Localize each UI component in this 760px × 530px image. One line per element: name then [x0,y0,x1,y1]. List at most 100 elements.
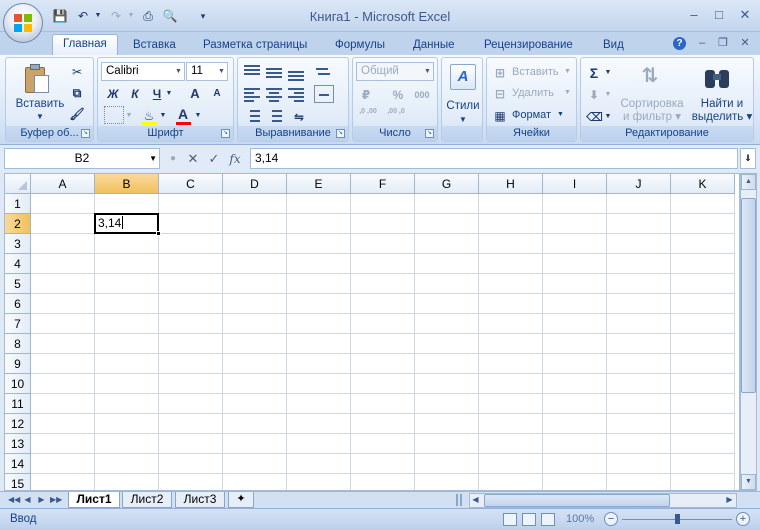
row-header[interactable]: 5 [5,274,31,294]
scroll-down-icon[interactable]: ▼ [741,474,756,490]
sheet-tab-2[interactable]: Лист2 [122,492,172,508]
font-launcher-icon[interactable]: ↘ [221,129,230,138]
merge-center-icon[interactable] [314,85,334,103]
row-header[interactable]: 4 [5,254,31,274]
text-direction-icon[interactable]: ⇋ [290,107,308,125]
font-color-dropdown-icon[interactable]: ▼ [193,106,203,124]
row-header[interactable]: 10 [5,374,31,394]
fill-handle[interactable] [156,231,161,236]
sort-filter-button[interactable]: Сортировка и фильтр ▾ [614,98,690,124]
clear-icon[interactable]: ⌫ [585,107,603,125]
font-name-select[interactable]: Calibri ▼ [101,62,185,81]
row-header[interactable]: 9 [5,354,31,374]
page-break-view-icon[interactable] [541,513,555,526]
close-button[interactable]: ✕ [736,8,754,22]
next-sheet-icon[interactable]: ▶ [36,494,47,506]
row-header[interactable]: 2 [5,214,31,234]
align-middle-icon[interactable] [264,63,284,81]
row-header[interactable]: 13 [5,434,31,454]
format-dropdown-icon[interactable]: ▼ [557,106,564,124]
orientation-icon[interactable] [314,63,334,81]
expand-formula-icon[interactable]: ⇓ [740,148,756,169]
shrink-font-button[interactable]: A [208,84,226,102]
number-format-select[interactable]: Общий ▼ [356,62,434,81]
format-painter-icon[interactable]: 🖌 [68,104,86,122]
styles-button[interactable]: Стили [442,100,484,113]
delete-dropdown-icon[interactable]: ▼ [564,84,571,102]
doc-close-button[interactable]: ✕ [738,36,752,50]
column-header[interactable]: B [95,174,159,194]
column-header[interactable]: A [31,174,95,194]
tab-home[interactable]: Главная [52,34,118,55]
autosum-icon[interactable]: Σ [585,63,603,81]
align-left-icon[interactable] [242,85,262,103]
alignment-launcher-icon[interactable]: ↘ [336,129,345,138]
insert-function-button[interactable]: fx [228,151,242,167]
scroll-left-icon[interactable]: ◀ [470,494,481,506]
resize-handle-icon[interactable]: ● [166,151,180,167]
italic-button[interactable]: К [126,84,144,102]
tab-review[interactable]: Рецензирование [484,36,573,55]
zoom-out-icon[interactable]: − [604,512,618,526]
last-sheet-icon[interactable]: ▶▶ [50,494,62,506]
column-header[interactable]: C [159,174,223,194]
vertical-scroll-thumb[interactable] [741,198,756,393]
thousands-button[interactable]: 000 [411,85,433,103]
row-header[interactable]: 3 [5,234,31,254]
grow-font-button[interactable]: A [186,84,204,102]
column-header[interactable]: K [671,174,735,194]
cut-icon[interactable]: ✂ [68,62,86,80]
office-button[interactable] [3,3,43,43]
column-header[interactable]: D [223,174,287,194]
scroll-right-icon[interactable]: ▶ [724,494,735,506]
minimize-button[interactable]: – [685,8,703,22]
styles-dropdown-icon[interactable]: ▼ [442,113,484,126]
tab-insert[interactable]: Вставка [133,36,176,55]
insert-sheet-icon[interactable]: ✦ [228,492,254,508]
row-header[interactable]: 6 [5,294,31,314]
decrease-decimal-button[interactable]: ,00 ,0 [383,106,409,124]
page-layout-view-icon[interactable] [522,513,536,526]
confirm-entry-icon[interactable]: ✓ [207,151,221,167]
increase-decimal-button[interactable]: ,0 ,00 [355,106,381,124]
tab-formulas[interactable]: Формулы [335,36,385,55]
cancel-entry-icon[interactable]: ✕ [186,151,200,167]
worksheet-grid[interactable]: ABCDEFGHIJK 1 2 3 4 5 6 7 8 9 10 11 12 13 14 15 3,14 [4,173,740,491]
zoom-in-icon[interactable]: + [736,512,750,526]
column-header[interactable]: J [607,174,671,194]
tab-page-layout[interactable]: Разметка страницы [203,36,307,55]
delete-cells-button[interactable]: Удалить [512,84,554,102]
number-launcher-icon[interactable]: ↘ [425,129,434,138]
column-header[interactable]: I [543,174,607,194]
align-center-icon[interactable] [264,85,284,103]
select-all-corner[interactable] [5,174,31,194]
row-header[interactable]: 7 [5,314,31,334]
column-header[interactable]: G [415,174,479,194]
doc-restore-button[interactable]: ❐ [716,36,730,50]
autosum-dropdown-icon[interactable]: ▼ [603,63,613,81]
name-box[interactable]: B2 ▼ [4,148,160,169]
currency-icon[interactable]: ₽ [357,85,375,103]
vertical-scrollbar[interactable]: ▲ ▼ [740,173,757,491]
font-size-select[interactable]: 11 ▼ [186,62,228,81]
prev-sheet-icon[interactable]: ◀ [22,494,33,506]
align-bottom-icon[interactable] [286,63,306,81]
paste-icon[interactable] [23,63,51,95]
zoom-slider-thumb[interactable] [675,514,680,524]
align-top-icon[interactable] [242,63,262,81]
font-color-icon[interactable]: A [174,104,192,122]
first-sheet-icon[interactable]: ◀◀ [8,494,20,506]
insert-dropdown-icon[interactable]: ▼ [564,63,571,81]
tab-data[interactable]: Данные [413,36,455,55]
normal-view-icon[interactable] [503,513,517,526]
scroll-up-icon[interactable]: ▲ [741,174,756,190]
copy-icon[interactable]: ⧉ [68,83,86,101]
find-select-button[interactable]: Найти и выделить ▾ [689,98,755,124]
row-header[interactable]: 1 [5,194,31,214]
row-header[interactable]: 12 [5,414,31,434]
binoculars-icon[interactable] [703,64,731,90]
sort-filter-icon[interactable]: ⇅ [636,62,664,90]
row-header[interactable]: 15 [5,474,31,490]
help-icon[interactable]: ? [673,37,686,50]
fill-icon[interactable]: ⬇ [585,85,603,103]
